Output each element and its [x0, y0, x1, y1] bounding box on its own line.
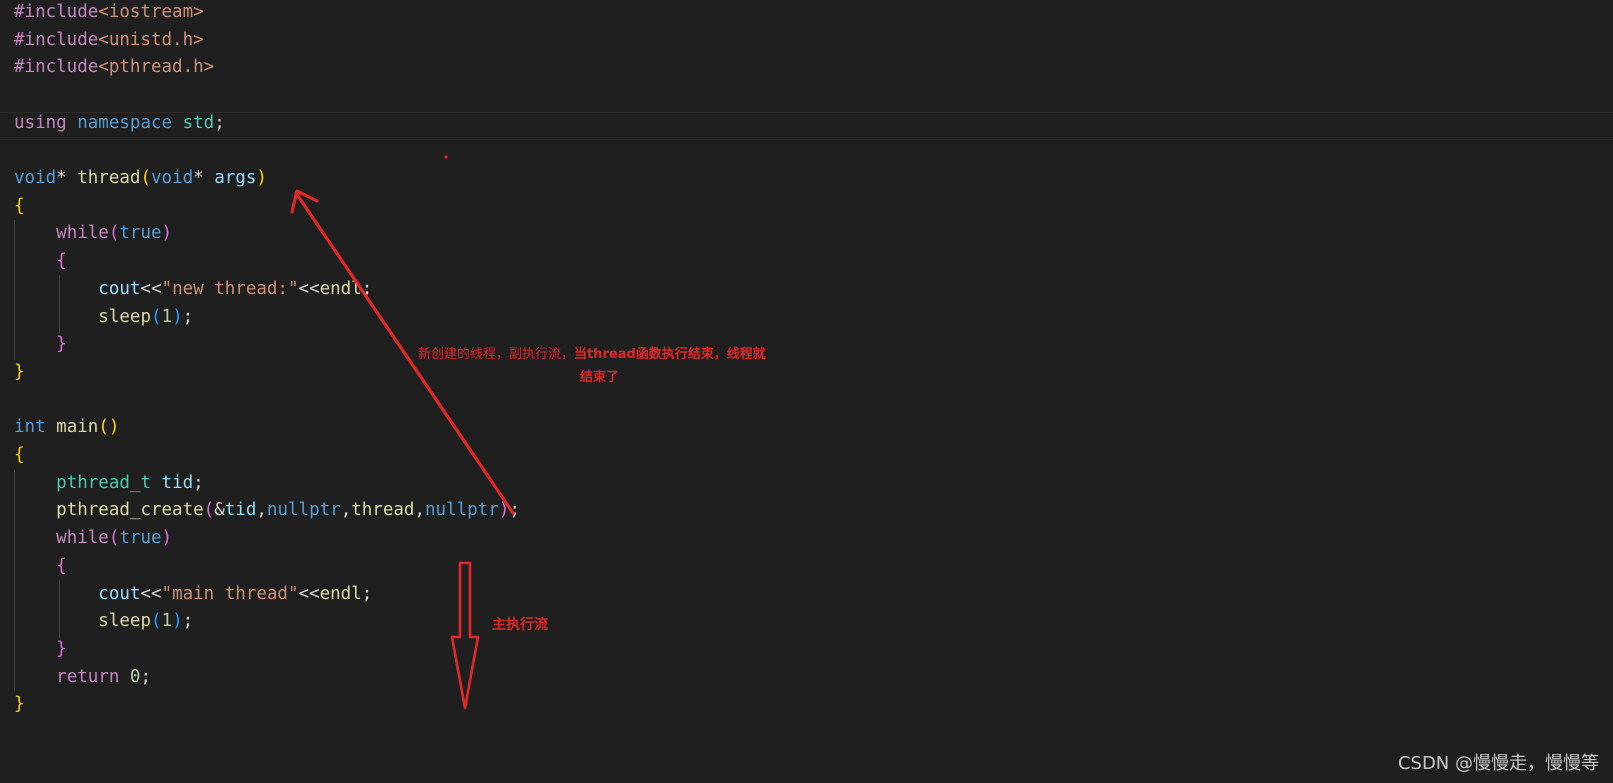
down-arrow-icon: [450, 561, 480, 710]
annotation-text: 新创建的线程，副执行流，: [418, 347, 575, 362]
new-thread-annotation-line2: 结束了: [580, 366, 619, 385]
watermark: CSDN @慢慢走，慢慢等: [1397, 753, 1599, 774]
arrow-head-icon: [290, 189, 319, 214]
main-flow-annotation: 主执行流: [492, 614, 548, 634]
annotation-overlay: [290, 155, 515, 710]
new-thread-annotation: 新创建的线程，副执行流，当thread函数执行结束，线程就: [418, 343, 766, 362]
annotation-text-bold: 结束了: [580, 370, 620, 385]
annotation-text-bold: 主执行流: [492, 617, 548, 633]
annotation-text-bold: 当thread函数执行结束，线程就: [574, 347, 766, 362]
annotation-dot: [444, 155, 448, 159]
